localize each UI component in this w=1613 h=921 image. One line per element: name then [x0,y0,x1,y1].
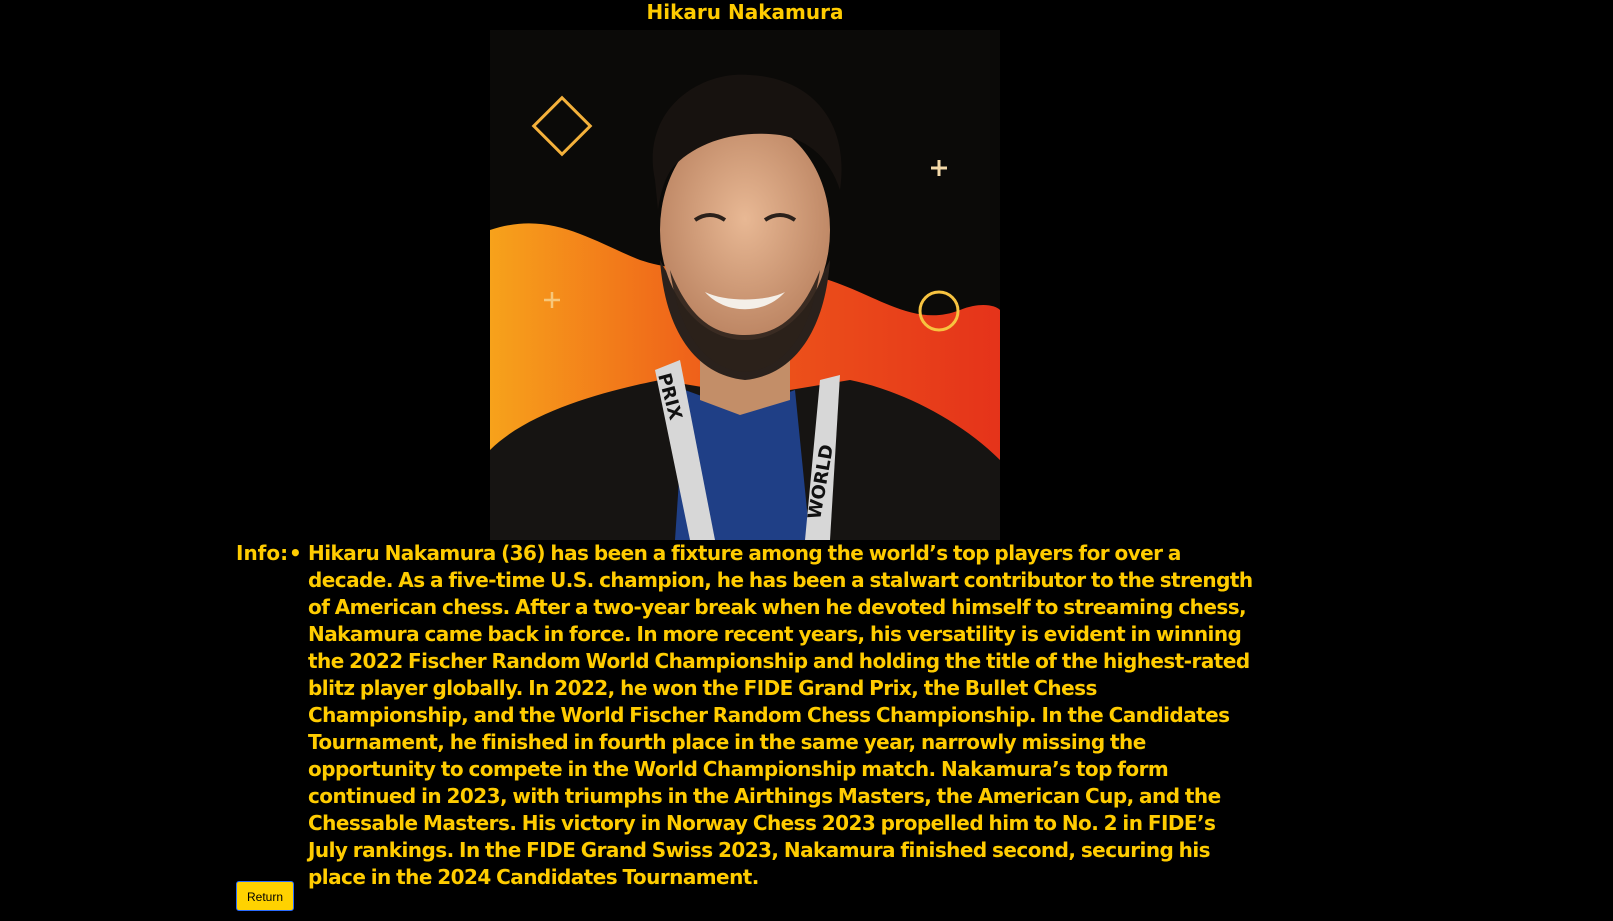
info-label: Info: [236,541,289,565]
player-portrait: PRIX WORLD [490,30,1000,540]
page-title: Hikaru Nakamura [646,0,844,24]
bullet-icon: • [289,541,302,565]
info-paragraph: Hikaru Nakamura (36) has been a fixture … [308,541,1253,889]
return-button[interactable]: Return [236,881,294,911]
